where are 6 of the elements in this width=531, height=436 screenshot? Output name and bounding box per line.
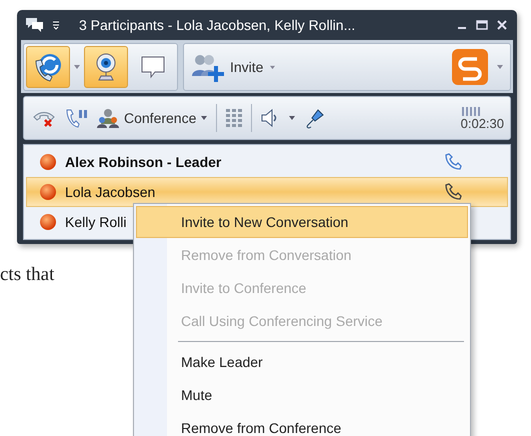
participant-name: Alex Robinson - Leader bbox=[65, 154, 222, 170]
document-text: cts that bbox=[0, 264, 54, 286]
call-timer: 0:02:30 bbox=[460, 116, 504, 130]
participant-name: Lola Jacobsen bbox=[65, 184, 156, 200]
window-title: 3 Participants - Lola Jacobsen, Kelly Rollin... bbox=[79, 17, 356, 33]
participant-name: Kelly Rolli bbox=[65, 214, 126, 230]
